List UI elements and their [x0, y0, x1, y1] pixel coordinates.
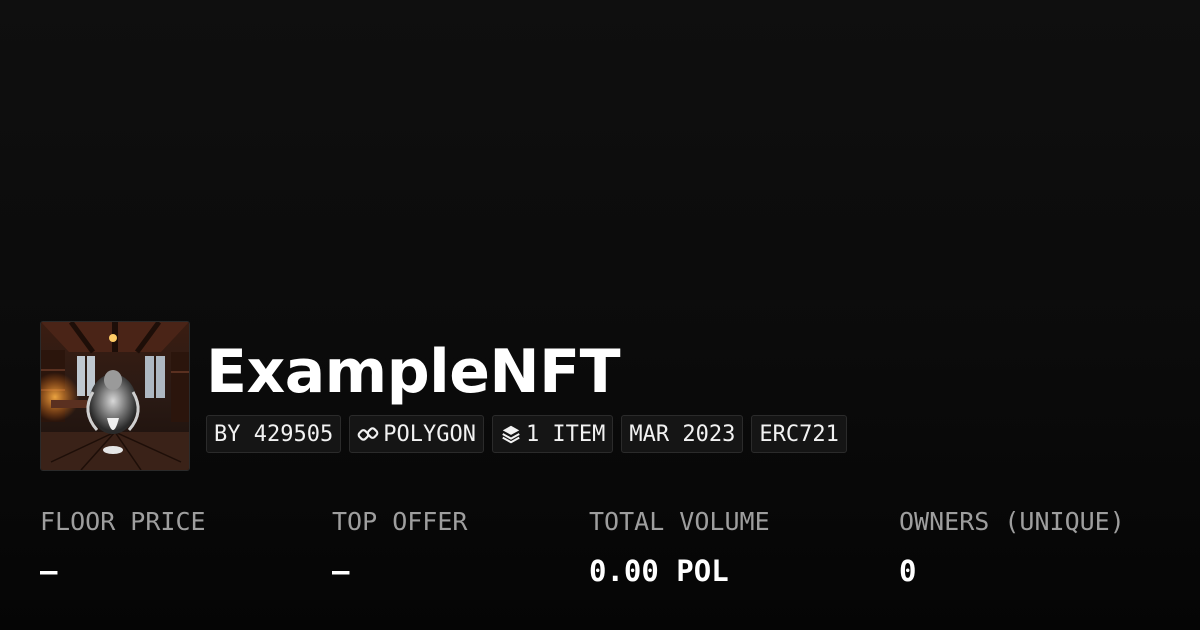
stat-top-offer: TOP OFFER —	[332, 505, 467, 589]
date-chip: MAR 2023	[621, 415, 744, 453]
layers-icon	[500, 423, 522, 445]
collection-thumbnail[interactable]	[40, 321, 190, 471]
chain-chip-label: POLYGON	[383, 421, 476, 447]
polygon-link-icon	[357, 423, 379, 445]
collection-thumbnail-image	[41, 322, 189, 470]
total-volume-label: TOTAL VOLUME	[589, 507, 770, 536]
standard-chip: ERC721	[751, 415, 847, 453]
collection-preview-card: ExampleNFT BY 429505 POLYGON 1 ITEM MAR …	[0, 0, 1200, 630]
items-chip-label: 1 ITEM	[525, 421, 606, 447]
stat-total-volume: TOTAL VOLUME 0.00 POL	[589, 505, 770, 589]
top-offer-value: —	[332, 554, 350, 588]
chain-chip[interactable]: POLYGON	[349, 415, 484, 453]
top-offer-label: TOP OFFER	[332, 507, 468, 536]
stat-owners: OWNERS (UNIQUE) 0	[899, 505, 1125, 589]
date-chip-label: MAR 2023	[629, 421, 736, 447]
collection-meta-chips: BY 429505 POLYGON 1 ITEM MAR 2023 ERC721	[206, 415, 847, 453]
creator-chip[interactable]: BY 429505	[206, 415, 342, 453]
floor-price-value: —	[40, 554, 58, 588]
creator-chip-label: BY 429505	[214, 421, 334, 447]
stat-floor-price: FLOOR PRICE —	[40, 505, 206, 589]
owners-label: OWNERS (UNIQUE)	[899, 507, 1125, 536]
standard-chip-label: ERC721	[759, 421, 839, 447]
owners-value: 0	[899, 554, 917, 588]
floor-price-label: FLOOR PRICE	[40, 507, 206, 536]
total-volume-value: 0.00 POL	[589, 554, 729, 588]
items-chip[interactable]: 1 ITEM	[491, 415, 614, 453]
collection-title: ExampleNFT	[206, 337, 621, 407]
